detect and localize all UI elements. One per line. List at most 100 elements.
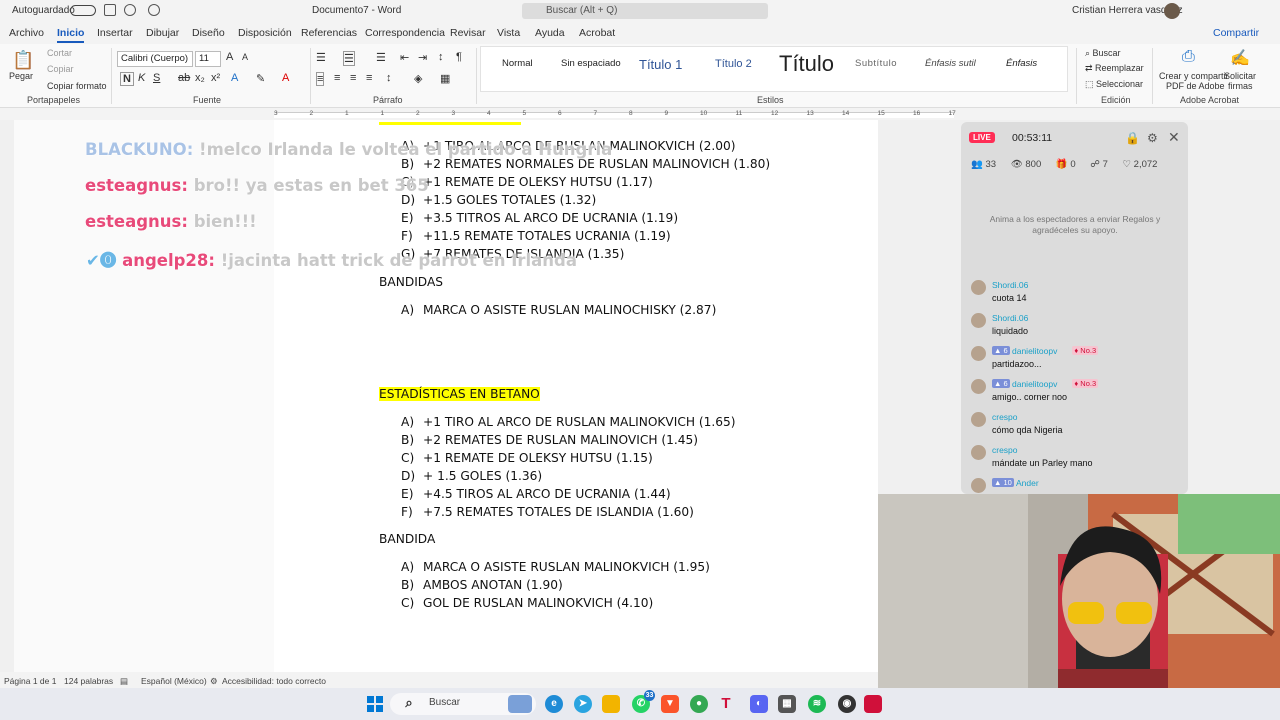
font-size-combo[interactable]: 11 xyxy=(195,51,221,67)
betano-list-item[interactable]: E) +4.5 TIROS AL ARCO DE UCRANIA (1.44) xyxy=(401,487,671,501)
title-search-box[interactable]: Buscar (Alt + Q) xyxy=(522,3,768,19)
avatar[interactable] xyxy=(971,313,986,328)
betano-list-item[interactable]: C) +1 REMATE DE OLEKSY HUTSU (1.15) xyxy=(401,451,653,465)
chat-username[interactable]: Ander xyxy=(1016,478,1039,488)
avatar[interactable] xyxy=(971,379,986,394)
style-heading2[interactable]: Título 2 xyxy=(715,58,752,70)
paste-icon[interactable]: 📋 xyxy=(12,50,34,71)
discord-icon[interactable]: ◐ xyxy=(750,695,768,713)
chat-username[interactable]: Shordi.06 xyxy=(992,313,1028,323)
style-normal[interactable]: Normal xyxy=(502,58,533,69)
widget-icon[interactable] xyxy=(508,695,532,713)
tab-revisar[interactable]: Revisar xyxy=(450,27,486,39)
shading-icon[interactable]: ◈ xyxy=(414,72,422,85)
brave-icon[interactable]: ▼ xyxy=(661,695,679,713)
request-signatures-label2[interactable]: firmas xyxy=(1228,81,1253,91)
bandida-heading[interactable]: BANDIDA xyxy=(379,532,435,546)
tab-insertar[interactable]: Insertar xyxy=(97,27,133,39)
font-name-combo[interactable]: Calibri (Cuerpo) xyxy=(117,51,193,67)
page-count[interactable]: Página 1 de 1 xyxy=(4,676,56,686)
align-center-icon[interactable]: ≡ xyxy=(334,72,340,84)
line-spacing-icon[interactable]: ↕ xyxy=(386,72,392,84)
request-signatures-icon[interactable]: ✍ xyxy=(1230,48,1250,68)
live-chat-item[interactable]: Shordi.06 liquidado xyxy=(971,311,1181,344)
edge-icon[interactable]: e xyxy=(545,695,563,713)
tab-correspondencia[interactable]: Correspondencia xyxy=(365,27,445,39)
justify-icon[interactable]: ≡ xyxy=(366,72,372,84)
betano-list-item[interactable]: B) +2 REMATES DE RUSLAN MALINOVICH (1.45) xyxy=(401,433,698,447)
bandida-list-item[interactable]: B) AMBOS ANOTAN (1.90) xyxy=(401,578,563,592)
style-no-spacing[interactable]: Sin espaciado xyxy=(561,58,621,69)
tab-ayuda[interactable]: Ayuda xyxy=(535,27,565,39)
bandida-list-item[interactable]: A) MARCA O ASISTE RUSLAN MALINOKVICH (1.9… xyxy=(401,560,710,574)
borders-icon[interactable]: ▦ xyxy=(440,72,450,85)
align-left-icon[interactable]: ≡ xyxy=(316,72,325,86)
italic-button[interactable]: K xyxy=(138,72,145,84)
style-emphasis[interactable]: Énfasis xyxy=(1006,58,1037,69)
replace-button[interactable]: ⇄ Reemplazar xyxy=(1085,63,1144,74)
underline-button[interactable]: S xyxy=(153,72,160,84)
share-button[interactable]: Compartir xyxy=(1213,27,1259,39)
live-chat-item[interactable]: ▲ 6 danielitoopv ♦ No.3 partidazoo... xyxy=(971,344,1181,377)
betano-list-item[interactable]: A) +1 TIRO AL ARCO DE RUSLAN MALINOKVICH … xyxy=(401,415,736,429)
tab-dibujar[interactable]: Dibujar xyxy=(146,27,179,39)
sort-icon[interactable]: ↕ xyxy=(438,51,444,63)
live-chat-item[interactable]: Shordi.06 cuota 14 xyxy=(971,278,1181,311)
style-subtitle[interactable]: Subtítulo xyxy=(855,58,897,69)
select-button[interactable]: ⬚ Seleccionar xyxy=(1085,79,1143,90)
betano-heading[interactable]: ESTADÍSTICAS EN BETANO xyxy=(379,387,540,401)
spotify-icon[interactable]: ≋ xyxy=(808,695,826,713)
decrease-indent-icon[interactable]: ⇤ xyxy=(400,51,409,64)
betano-list-item[interactable]: F) +7.5 REMATES TOTALES DE ISLANDIA (1.60… xyxy=(401,505,694,519)
request-signatures-label[interactable]: Solicitar xyxy=(1224,71,1256,81)
accessibility-icon[interactable]: ⚙ xyxy=(210,676,218,687)
save-icon[interactable] xyxy=(104,4,116,16)
highlight-icon[interactable]: ✎ xyxy=(256,72,265,85)
chat-username[interactable]: Shordi.06 xyxy=(992,280,1028,290)
word-count[interactable]: 124 palabras xyxy=(64,676,113,686)
style-heading1[interactable]: Título 1 xyxy=(639,57,682,72)
file-explorer-icon[interactable] xyxy=(602,695,620,713)
create-pdf-icon[interactable]: ⎙ xyxy=(1182,48,1195,66)
tab-archivo[interactable]: Archivo xyxy=(9,27,44,39)
betano-list-item[interactable]: D) + 1.5 GOLES (1.36) xyxy=(401,469,542,483)
windows-start-icon[interactable] xyxy=(367,696,383,712)
lock-icon[interactable]: 🔒 xyxy=(1125,131,1140,145)
bold-button[interactable]: N xyxy=(120,72,134,86)
format-painter-button[interactable]: Copiar formato xyxy=(47,81,107,91)
style-title[interactable]: Título xyxy=(779,51,834,77)
chrome-icon[interactable]: ● xyxy=(690,695,708,713)
obs-icon[interactable]: ◉ xyxy=(838,695,856,713)
autosave-toggle[interactable] xyxy=(70,5,96,16)
increase-indent-icon[interactable]: ⇥ xyxy=(418,51,427,64)
tab-acrobat[interactable]: Acrobat xyxy=(579,27,615,39)
stat-list-item[interactable]: B) +2 REMATES NORMALES DE RUSLAN MALINOVI… xyxy=(401,157,770,171)
superscript-button[interactable]: x² xyxy=(211,72,220,84)
live-chat-item[interactable]: crespo cómo qda Nigeria xyxy=(971,410,1181,443)
live-chat-item[interactable]: crespo mándate un Parley mano xyxy=(971,443,1181,476)
grow-font-icon[interactable]: A xyxy=(226,51,233,63)
create-pdf-label[interactable]: Crear y compartir xyxy=(1159,71,1229,81)
stat-list-item[interactable]: D) +1.5 GOLES TOTALES (1.32) xyxy=(401,193,596,207)
avatar[interactable] xyxy=(971,445,986,460)
shrink-font-icon[interactable]: A xyxy=(242,52,248,62)
vertical-ruler[interactable] xyxy=(0,120,14,672)
cut-button[interactable]: Cortar xyxy=(47,48,72,58)
align-right-icon[interactable]: ≡ xyxy=(350,72,356,84)
avatar[interactable] xyxy=(971,280,986,295)
tab-disposicion[interactable]: Disposición xyxy=(238,27,292,39)
stat-list-item[interactable]: C) +1 REMATE DE OLEKSY HUTSU (1.17) xyxy=(401,175,653,189)
multilevel-list-icon[interactable]: ☰ xyxy=(376,51,386,64)
avatar[interactable] xyxy=(971,412,986,427)
undo-icon[interactable] xyxy=(124,4,136,16)
avatar[interactable] xyxy=(971,478,986,493)
close-icon[interactable]: ✕ xyxy=(1168,129,1180,146)
bandida-list-item[interactable]: C) GOL DE RUSLAN MALINOKVICH (4.10) xyxy=(401,596,653,610)
strikethrough-button[interactable]: ab xyxy=(178,72,190,84)
stat-list-item[interactable]: F) +11.5 REMATE TOTALES UCRANIA (1.19) xyxy=(401,229,671,243)
bullets-icon[interactable]: ☰ xyxy=(316,51,326,64)
tab-referencias[interactable]: Referencias xyxy=(301,27,357,39)
chat-username[interactable]: crespo xyxy=(992,445,1018,455)
stat-list-item[interactable]: E) +3.5 TITROS AL ARCO DE UCRANIA (1.19) xyxy=(401,211,678,225)
user-avatar[interactable] xyxy=(1164,3,1180,19)
